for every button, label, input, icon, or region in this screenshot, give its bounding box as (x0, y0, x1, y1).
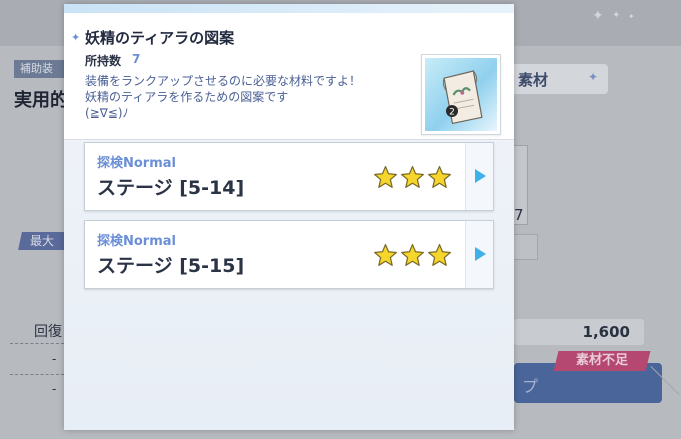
background-title: 実用的 (14, 90, 68, 111)
play-arrow-icon (475, 169, 486, 183)
star-icon (401, 165, 424, 188)
sparkle-icon: ✦ (628, 12, 635, 21)
star-icon (374, 243, 397, 266)
stage-list: 探検Normal ステージ [5-14] 探検Normal ステージ [5-15… (64, 0, 514, 439)
sparkle-icon: ✦ (592, 8, 604, 24)
divider (10, 343, 64, 344)
sparkle-icon: ✦ (612, 10, 621, 21)
star-icon (428, 243, 451, 266)
background-value: - (52, 382, 57, 396)
material-shortage-label: 素材不足 (575, 353, 628, 368)
go-to-stage-button[interactable] (465, 143, 493, 210)
background-quantity: 1,600 (514, 319, 644, 345)
stage-name: ステージ [5-14] (97, 177, 245, 199)
star-icon (374, 165, 397, 188)
stage-rating (373, 243, 453, 269)
material-shortage-badge: 素材不足 (553, 351, 651, 371)
background-category-badge: 補助装 (14, 60, 66, 78)
background-materials-tab-label: 素材 (518, 71, 549, 89)
star-icon (428, 165, 451, 188)
stage-name: ステージ [5-15] (97, 255, 245, 277)
background-count: 7 (514, 206, 524, 224)
background-recover-label: 回復 (34, 324, 62, 340)
stage-rating (373, 165, 453, 191)
stage-mode: 探検Normal (97, 234, 176, 249)
background-value: - (52, 352, 57, 366)
stage-mode: 探検Normal (97, 156, 176, 171)
play-arrow-icon (475, 247, 486, 261)
go-to-stage-button[interactable] (465, 221, 493, 288)
star-icon: ✦ (587, 70, 598, 84)
star-icon (401, 243, 424, 266)
stage-entry[interactable]: 探検Normal ステージ [5-14] (84, 142, 494, 211)
divider (10, 374, 64, 375)
background-action-label: プ (522, 377, 539, 396)
background-max-label: 最大 (30, 234, 55, 248)
background-max-badge: 最大 (18, 232, 68, 250)
stage-entry[interactable]: 探検Normal ステージ [5-15] (84, 220, 494, 289)
background-materials-tab: 素材 ✦ (508, 64, 608, 94)
